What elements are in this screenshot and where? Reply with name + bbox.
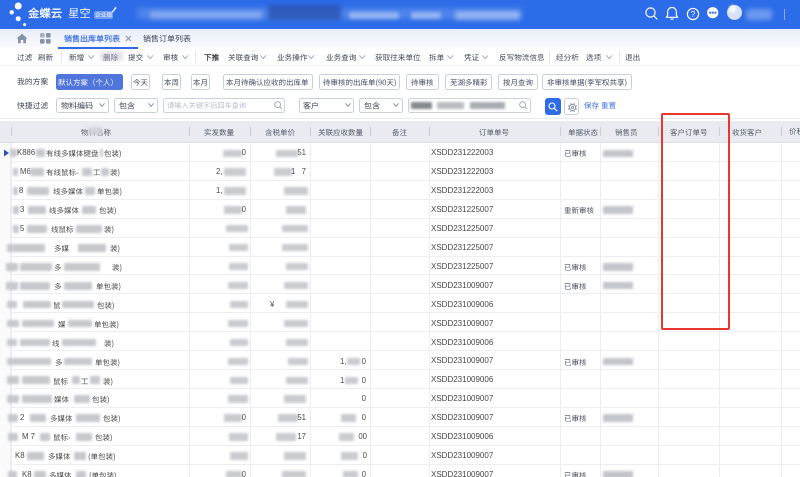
svg-text:?: ?: [691, 9, 696, 19]
